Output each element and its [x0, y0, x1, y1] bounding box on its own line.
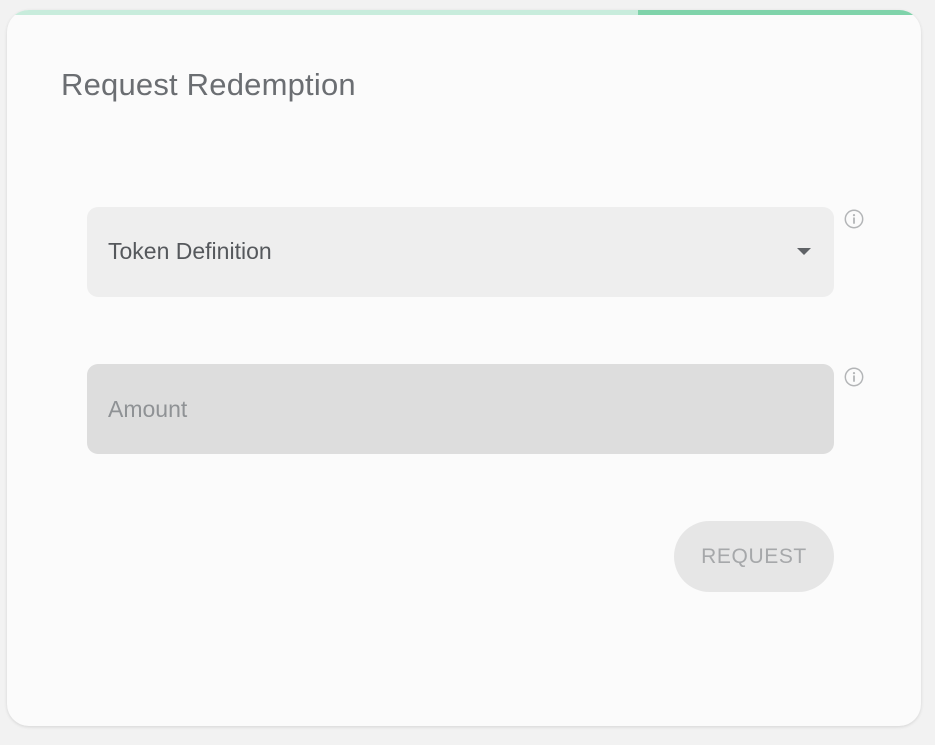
- progress-bar: [7, 10, 921, 15]
- progress-bar-fill: [637, 10, 921, 15]
- page-title: Request Redemption: [61, 67, 356, 102]
- chevron-down-icon: [797, 248, 811, 255]
- token-definition-label: Token Definition: [108, 238, 272, 264]
- amount-field[interactable]: [87, 364, 834, 454]
- info-icon[interactable]: [844, 209, 864, 229]
- request-button[interactable]: REQUEST: [674, 521, 834, 592]
- token-definition-select[interactable]: Token Definition: [87, 207, 834, 297]
- redemption-card: Request Redemption Token Definition REQU…: [7, 10, 921, 726]
- amount-input[interactable]: [87, 364, 834, 454]
- info-icon[interactable]: [844, 367, 864, 387]
